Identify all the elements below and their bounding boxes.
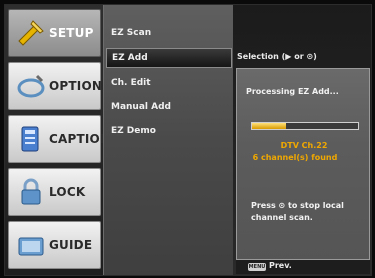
menu-item-ch-edit[interactable]: Ch. Edit: [106, 73, 232, 93]
current-channel: DTV Ch.22: [280, 141, 328, 150]
bottom-bar: MENU Prev.: [236, 260, 370, 274]
menu-item-manual-add[interactable]: Manual Add: [106, 97, 232, 117]
tab-label: OPTION: [49, 79, 103, 93]
tab-option[interactable]: OPTION: [8, 62, 103, 110]
tv-setup-screen: SETUP OPTION CAPTION LOCK GUIDE EZ Scan …: [4, 4, 372, 276]
tab-caption[interactable]: CAPTION: [8, 115, 110, 163]
lock-icon: [21, 178, 41, 205]
selection-hint: Selection (▶ or ⊙): [237, 52, 317, 61]
option-icon: [17, 74, 45, 98]
scan-progress-bar: [251, 122, 359, 130]
tab-label: CAPTION: [49, 132, 111, 146]
tab-column: SETUP OPTION CAPTION LOCK GUIDE: [5, 5, 110, 275]
caption-icon: [21, 126, 39, 152]
tab-label: GUIDE: [49, 238, 93, 252]
prev-button[interactable]: Prev.: [269, 261, 292, 270]
popup-title: Processing EZ Add...: [246, 87, 339, 96]
menu-item-ez-scan[interactable]: EZ Scan: [106, 23, 232, 43]
tab-guide[interactable]: GUIDE: [8, 221, 101, 269]
setup-menu: EZ Scan EZ Add Ch. Edit Manual Add EZ De…: [103, 5, 234, 275]
guide-icon: [18, 237, 44, 256]
tab-label: SETUP: [49, 26, 94, 40]
setup-icon: [18, 20, 44, 46]
scan-progress-fill: [252, 123, 286, 129]
menu-item-ez-demo[interactable]: EZ Demo: [106, 121, 232, 141]
tab-lock[interactable]: LOCK: [8, 168, 101, 216]
tab-label: LOCK: [49, 185, 86, 199]
menu-item-ez-add[interactable]: EZ Add: [106, 48, 232, 68]
ez-add-popup: Processing EZ Add... DTV Ch.22 6 channel…: [236, 68, 370, 260]
stop-instruction: Press ⊙ to stop local channel scan.: [251, 201, 344, 222]
menu-key-icon: MENU: [248, 263, 266, 271]
tab-setup[interactable]: SETUP: [8, 9, 101, 57]
channels-found: 6 channel(s) found: [252, 153, 338, 162]
